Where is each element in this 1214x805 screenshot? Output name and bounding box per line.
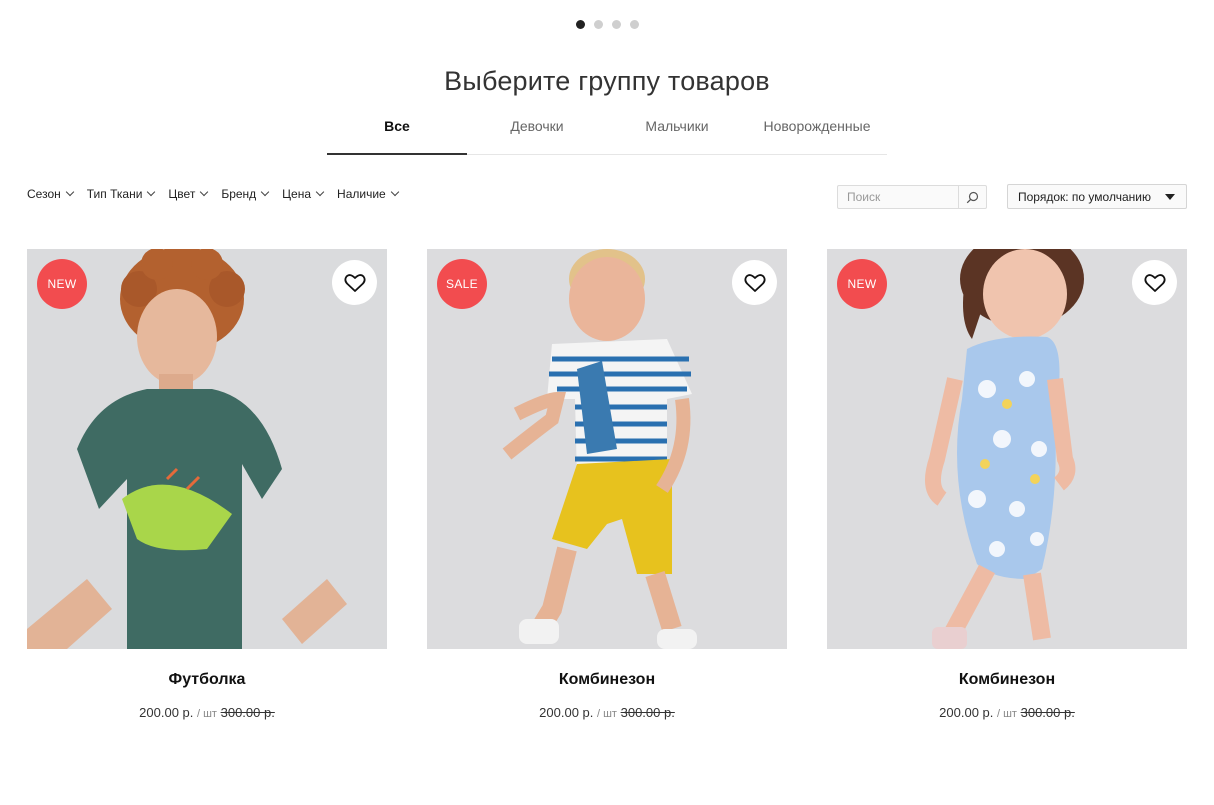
filter-brand[interactable]: Бренд bbox=[221, 187, 270, 201]
filter-price[interactable]: Цена bbox=[282, 187, 325, 201]
new-badge: NEW bbox=[837, 259, 887, 309]
sort-select[interactable]: Порядок: по умолчанию bbox=[1007, 184, 1187, 209]
search-input[interactable] bbox=[838, 186, 958, 208]
slider-dot[interactable] bbox=[576, 20, 585, 29]
filter-season[interactable]: Сезон bbox=[27, 187, 74, 201]
product-title[interactable]: Футболка bbox=[27, 671, 387, 689]
filter-label: Бренд bbox=[221, 187, 257, 201]
product-photo bbox=[427, 249, 787, 649]
favorite-button[interactable] bbox=[732, 260, 777, 305]
chevron-down-icon bbox=[200, 187, 209, 197]
current-price: 200.00 р. bbox=[939, 705, 994, 720]
favorite-button[interactable] bbox=[332, 260, 377, 305]
section-heading: Выберите группу товаров bbox=[444, 66, 770, 96]
old-price: 300.00 р. bbox=[1020, 705, 1075, 720]
product-image[interactable]: NEW bbox=[827, 249, 1187, 649]
search-box bbox=[837, 185, 987, 209]
product-card: NEW Футболка 200.00 р. / шт 300.00 р. bbox=[27, 249, 387, 720]
product-price: 200.00 р. / шт 300.00 р. bbox=[427, 705, 787, 720]
slider-dot[interactable] bbox=[630, 20, 639, 29]
product-image[interactable]: SALE bbox=[427, 249, 787, 649]
old-price: 300.00 р. bbox=[220, 705, 275, 720]
tab-newborns[interactable]: Новорожденные bbox=[747, 108, 887, 154]
chevron-down-icon bbox=[147, 187, 156, 197]
filter-fabric-type[interactable]: Тип Ткани bbox=[86, 187, 156, 201]
chevron-down-icon bbox=[315, 187, 325, 197]
search-icon bbox=[966, 191, 979, 203]
product-price: 200.00 р. / шт 300.00 р. bbox=[827, 705, 1187, 720]
price-unit: / шт bbox=[997, 708, 1017, 720]
heart-icon bbox=[743, 273, 766, 292]
sale-badge: SALE bbox=[437, 259, 487, 309]
heart-icon bbox=[1143, 273, 1166, 292]
slider-dot[interactable] bbox=[612, 20, 621, 29]
chevron-down-icon bbox=[390, 187, 399, 197]
price-unit: / шт bbox=[197, 708, 217, 720]
product-title[interactable]: Комбинезон bbox=[427, 671, 787, 689]
filter-label: Цвет bbox=[168, 187, 196, 201]
filter-bar: Сезон Тип Ткани Цвет Бренд Цена Наличие bbox=[27, 187, 399, 201]
product-title[interactable]: Комбинезон bbox=[827, 671, 1187, 689]
product-image[interactable]: NEW bbox=[27, 249, 387, 649]
sort-label: Порядок: по умолчанию bbox=[1018, 190, 1151, 204]
chevron-down-icon bbox=[65, 187, 74, 197]
filter-label: Сезон bbox=[27, 187, 61, 201]
current-price: 200.00 р. bbox=[539, 705, 594, 720]
filter-label: Цена bbox=[282, 187, 312, 201]
product-price: 200.00 р. / шт 300.00 р. bbox=[27, 705, 387, 720]
old-price: 300.00 р. bbox=[620, 705, 675, 720]
filter-label: Наличие bbox=[337, 187, 386, 201]
filter-color[interactable]: Цвет bbox=[168, 187, 209, 201]
filter-label: Тип Ткани bbox=[86, 187, 143, 201]
tab-all[interactable]: Все bbox=[327, 108, 467, 155]
product-card: SALE Комбинезон 200.00 р. / шт 300.00 р. bbox=[427, 249, 787, 720]
chevron-down-icon bbox=[260, 187, 270, 197]
product-photo bbox=[827, 249, 1187, 649]
search-button[interactable] bbox=[958, 186, 986, 208]
heart-icon bbox=[343, 273, 366, 292]
price-unit: / шт bbox=[597, 708, 617, 720]
new-badge: NEW bbox=[37, 259, 87, 309]
favorite-button[interactable] bbox=[1132, 260, 1177, 305]
slider-dot[interactable] bbox=[594, 20, 603, 29]
filter-availability[interactable]: Наличие bbox=[337, 187, 399, 201]
tab-boys[interactable]: Мальчики bbox=[607, 108, 747, 154]
slider-dots bbox=[576, 20, 639, 29]
current-price: 200.00 р. bbox=[139, 705, 194, 720]
tab-girls[interactable]: Девочки bbox=[467, 108, 607, 154]
product-photo bbox=[27, 249, 387, 649]
product-card: NEW Комбинезон 200.00 р. / шт 300.00 р. bbox=[827, 249, 1187, 720]
caret-down-icon bbox=[1165, 194, 1175, 200]
category-tabs: Все Девочки Мальчики Новорожденные bbox=[327, 108, 887, 155]
